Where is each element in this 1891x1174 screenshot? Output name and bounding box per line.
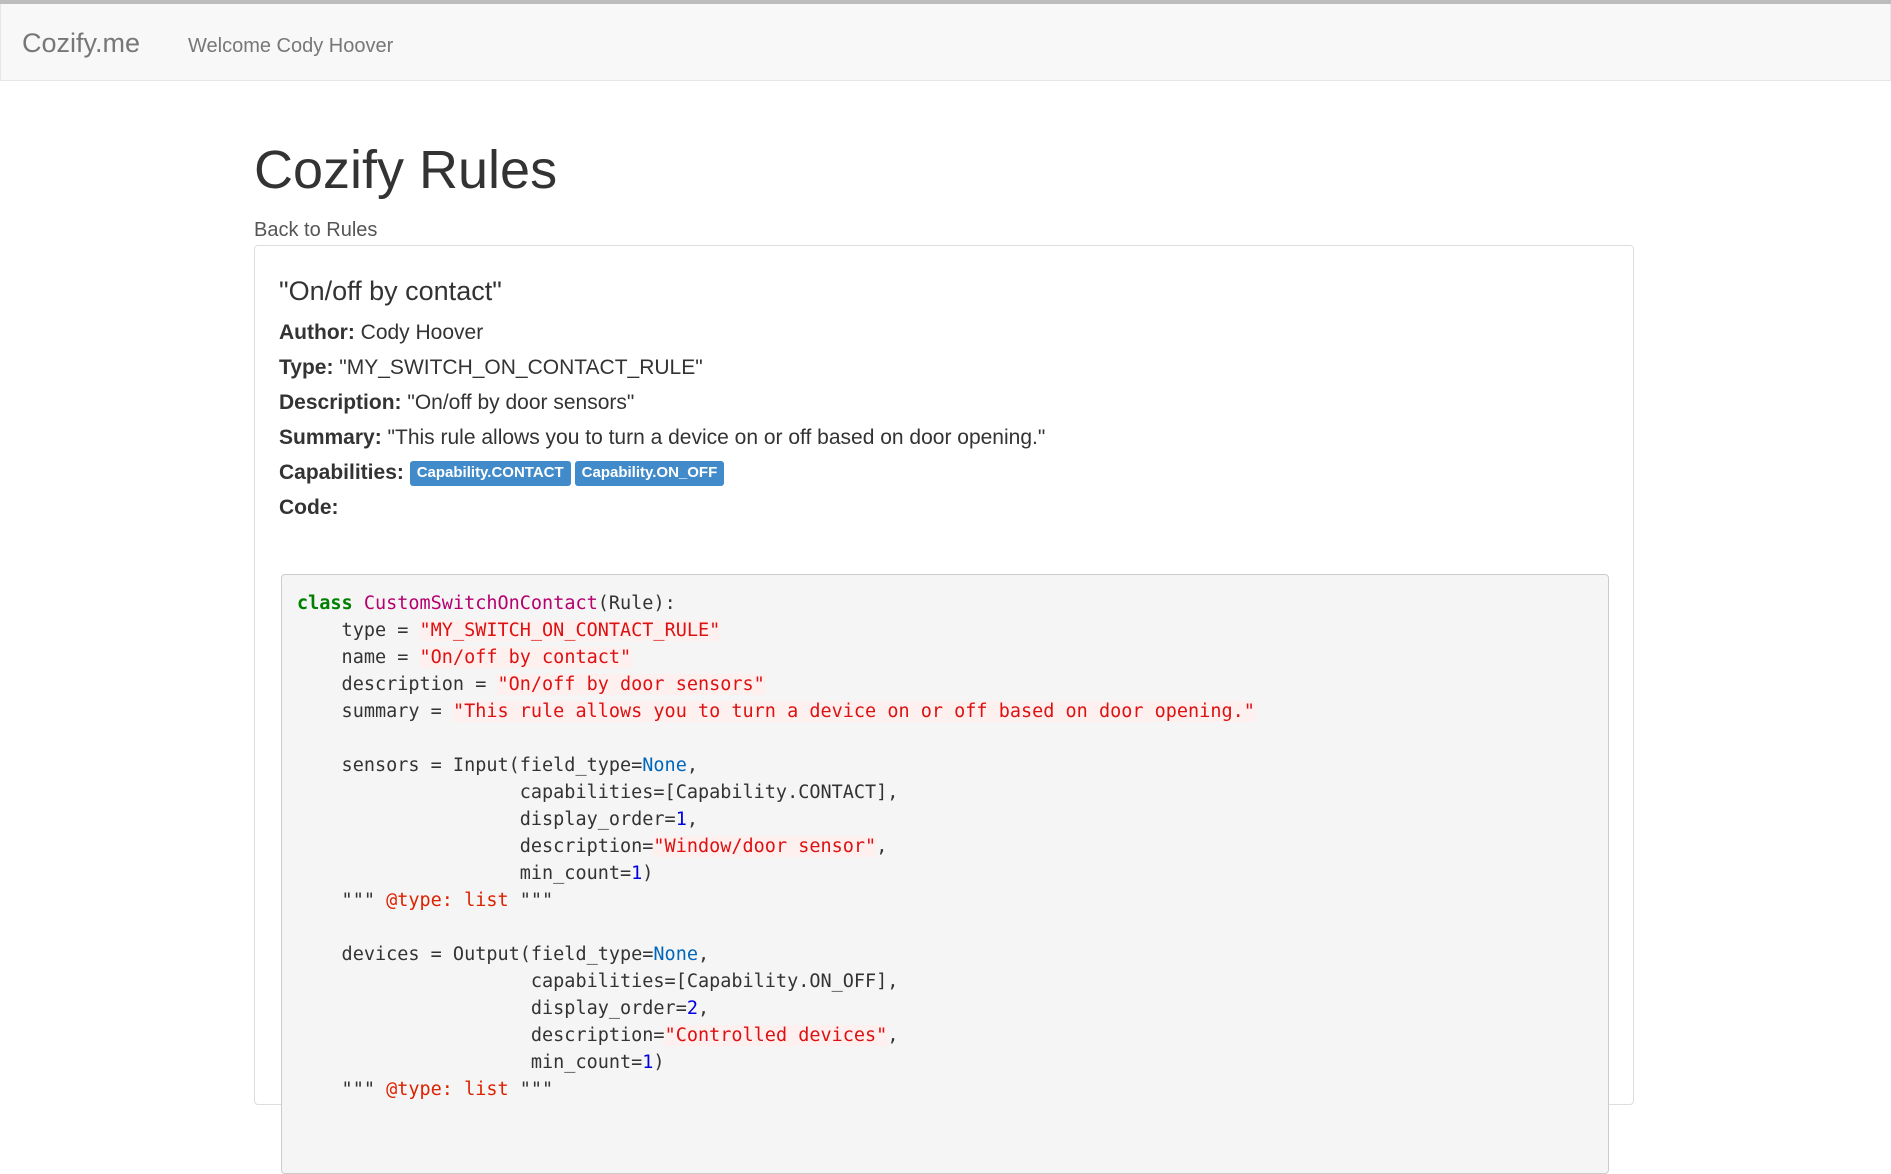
- code-line: min_count=1): [297, 1052, 665, 1073]
- rule-name: "On/off by contact": [279, 276, 502, 306]
- code-line: description = "On/off by door sensors": [297, 674, 765, 695]
- code-token: ): [653, 1052, 665, 1073]
- capability-badge: Capability.ON_OFF: [574, 461, 725, 486]
- code-token: display_order=: [297, 998, 687, 1019]
- code-token: 1: [642, 1052, 654, 1073]
- code-line: description="Window/door sensor",: [297, 836, 887, 857]
- welcome-user-link[interactable]: Welcome Cody Hoover: [188, 30, 393, 62]
- code-token: @type: list: [386, 1079, 509, 1100]
- code-token: capabilities=[Capability.CONTACT],: [297, 782, 899, 803]
- code-token: display_order=: [297, 809, 676, 830]
- code-line: class CustomSwitchOnContact(Rule):: [297, 593, 676, 614]
- code-token: devices = Output(field_type=: [297, 944, 654, 965]
- code-token: 2: [686, 998, 698, 1019]
- code-token: None: [653, 944, 698, 965]
- code-token: min_count=: [297, 1052, 643, 1073]
- description-value: "On/off by door sensors": [407, 391, 635, 414]
- code-token: description=: [297, 836, 654, 857]
- code-token: ,: [697, 944, 710, 965]
- code-token: ,: [686, 755, 698, 776]
- code-line: """ @type: list """: [297, 890, 554, 911]
- summary-label: Summary:: [279, 426, 382, 449]
- code-token: description =: [297, 674, 498, 695]
- code-line: capabilities=[Capability.ON_OFF],: [297, 971, 899, 992]
- code-token: ,: [697, 998, 710, 1019]
- code-token: ,: [876, 836, 888, 857]
- rule-detail-panel: "On/off by contact" Author: Cody Hoover …: [254, 245, 1634, 1174]
- code-token: (Rule):: [597, 593, 676, 614]
- code-line: summary = "This rule allows you to turn …: [297, 701, 1255, 722]
- description-row: Description: "On/off by door sensors": [279, 389, 634, 417]
- code-token: "This rule allows you to turn a device o…: [452, 701, 1255, 722]
- code-line: sensors = Input(field_type=None,: [297, 755, 698, 776]
- back-to-rules-link[interactable]: Back to Rules: [254, 216, 377, 244]
- code-token: """: [508, 890, 554, 911]
- author-label: Author:: [279, 321, 355, 344]
- code-listing: class CustomSwitchOnContact(Rule): type …: [297, 590, 1255, 1103]
- code-token: "On/off by door sensors": [497, 674, 765, 695]
- page-title: Cozify Rules: [254, 140, 558, 200]
- code-token: sensors = Input(field_type=: [297, 755, 643, 776]
- code-line: type = "MY_SWITCH_ON_CONTACT_RULE": [297, 620, 721, 641]
- code-token: """: [297, 1079, 387, 1100]
- code-token: 1: [675, 809, 687, 830]
- type-label: Type:: [279, 356, 334, 379]
- capability-badge: Capability.CONTACT: [409, 461, 571, 486]
- code-token: description=: [297, 1025, 665, 1046]
- code-token: summary =: [297, 701, 453, 722]
- summary-value: "This rule allows you to turn a device o…: [387, 426, 1046, 449]
- author-row: Author: Cody Hoover: [279, 319, 483, 347]
- type-row: Type: "MY_SWITCH_ON_CONTACT_RULE": [279, 354, 703, 382]
- code-token: """: [297, 890, 387, 911]
- capabilities-row: Capabilities: Capability.CONTACT Capabili…: [279, 459, 728, 487]
- code-token: capabilities=[Capability.ON_OFF],: [297, 971, 899, 992]
- code-token: type =: [297, 620, 420, 641]
- code-token: "Window/door sensor": [653, 836, 877, 857]
- code-token: None: [642, 755, 687, 776]
- capabilities-label: Capabilities:: [279, 461, 404, 484]
- code-line: devices = Output(field_type=None,: [297, 944, 710, 965]
- code-token: 1: [631, 863, 643, 884]
- code-token: "Controlled devices": [664, 1025, 888, 1046]
- type-value: "MY_SWITCH_ON_CONTACT_RULE": [339, 356, 703, 379]
- description-label: Description:: [279, 391, 402, 414]
- code-token: @type: list: [386, 890, 509, 911]
- code-line: description="Controlled devices",: [297, 1025, 898, 1046]
- author-value: Cody Hoover: [360, 321, 484, 344]
- code-token: min_count=: [297, 863, 632, 884]
- code-line: capabilities=[Capability.CONTACT],: [297, 782, 899, 803]
- code-row: Code:: [279, 494, 339, 522]
- code-token: ,: [887, 1025, 899, 1046]
- code-token: ): [642, 863, 654, 884]
- code-block: class CustomSwitchOnContact(Rule): type …: [281, 574, 1609, 1174]
- code-line: display_order=2,: [297, 998, 709, 1019]
- code-token: """: [508, 1079, 554, 1100]
- code-line: display_order=1,: [297, 809, 698, 830]
- code-line: """ @type: list """: [297, 1079, 554, 1100]
- code-token: ,: [686, 809, 698, 830]
- code-token: class: [297, 593, 353, 614]
- summary-row: Summary: "This rule allows you to turn a…: [279, 424, 1045, 452]
- brand-link[interactable]: Cozify.me: [22, 25, 140, 61]
- code-line: min_count=1): [297, 863, 654, 884]
- code-label: Code:: [279, 496, 339, 519]
- code-token: name =: [297, 647, 420, 668]
- code-line: name = "On/off by contact": [297, 647, 632, 668]
- code-token: CustomSwitchOnContact: [363, 593, 598, 614]
- navbar: Cozify.me Welcome Cody Hoover: [0, 4, 1891, 81]
- code-token: "MY_SWITCH_ON_CONTACT_RULE": [419, 620, 721, 641]
- code-token: "On/off by contact": [419, 647, 632, 668]
